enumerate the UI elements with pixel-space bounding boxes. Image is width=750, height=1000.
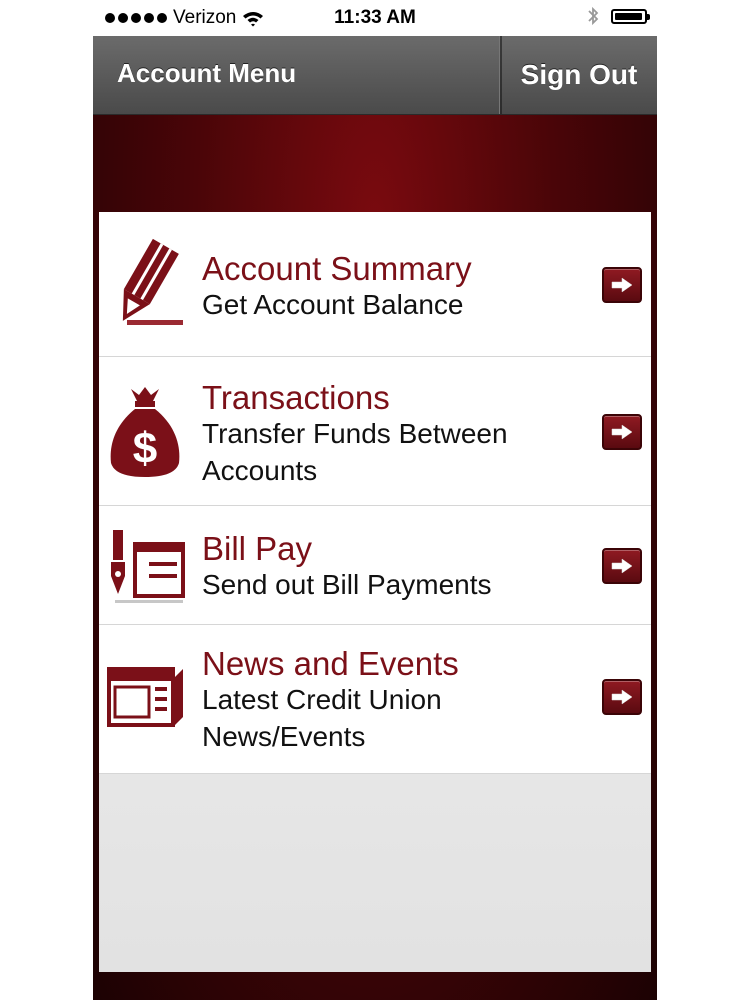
bluetooth-icon — [588, 6, 599, 26]
go-arrow-button[interactable] — [602, 679, 642, 715]
arrow-right-icon — [611, 424, 633, 440]
menu-list: Account Summary Get Account Balance $ Tr… — [99, 212, 651, 972]
arrow-right-icon — [611, 558, 633, 574]
go-arrow-button[interactable] — [602, 548, 642, 584]
go-arrow-button[interactable] — [602, 414, 642, 450]
svg-text:$: $ — [133, 424, 157, 473]
menu-item-title: News and Events — [202, 645, 459, 682]
page-title: Account Menu — [117, 58, 297, 88]
pen-check-icon — [111, 530, 185, 603]
navigation-bar: Account Menu Sign Out — [93, 36, 657, 115]
app-screen: Account Menu Sign Out Account Summary Ge… — [93, 36, 657, 1000]
battery-icon — [611, 8, 650, 24]
menu-item-transactions[interactable]: $ Transactions Transfer Funds Between Ac… — [99, 357, 651, 506]
menu-item-subtitle: Send out Bill Payments — [202, 569, 492, 600]
menu-item-account-summary[interactable]: Account Summary Get Account Balance — [99, 212, 651, 357]
menu-item-bill-pay[interactable]: Bill Pay Send out Bill Payments — [99, 506, 651, 625]
status-bar: Verizon 11:33 AM — [93, 0, 657, 36]
newspaper-icon — [107, 667, 183, 727]
menu-item-subtitle: Transfer Funds Between Accounts — [202, 418, 508, 486]
go-arrow-button[interactable] — [602, 267, 642, 303]
menu-item-subtitle: Latest Credit Union News/Events — [202, 684, 442, 752]
menu-item-news-and-events[interactable]: News and Events Latest Credit Union News… — [99, 625, 651, 774]
money-bag-icon: $ — [110, 387, 180, 477]
sign-out-button[interactable]: Sign Out — [501, 36, 657, 114]
menu-item-title: Account Summary — [202, 250, 472, 287]
menu-item-title: Bill Pay — [202, 530, 313, 567]
menu-item-subtitle: Get Account Balance — [202, 289, 464, 320]
arrow-right-icon — [611, 277, 633, 293]
arrow-right-icon — [611, 689, 633, 705]
menu-item-title: Transactions — [202, 379, 390, 416]
status-right — [587, 6, 650, 26]
pencil-icon — [122, 238, 183, 325]
clock: 11:33 AM — [334, 7, 416, 28]
